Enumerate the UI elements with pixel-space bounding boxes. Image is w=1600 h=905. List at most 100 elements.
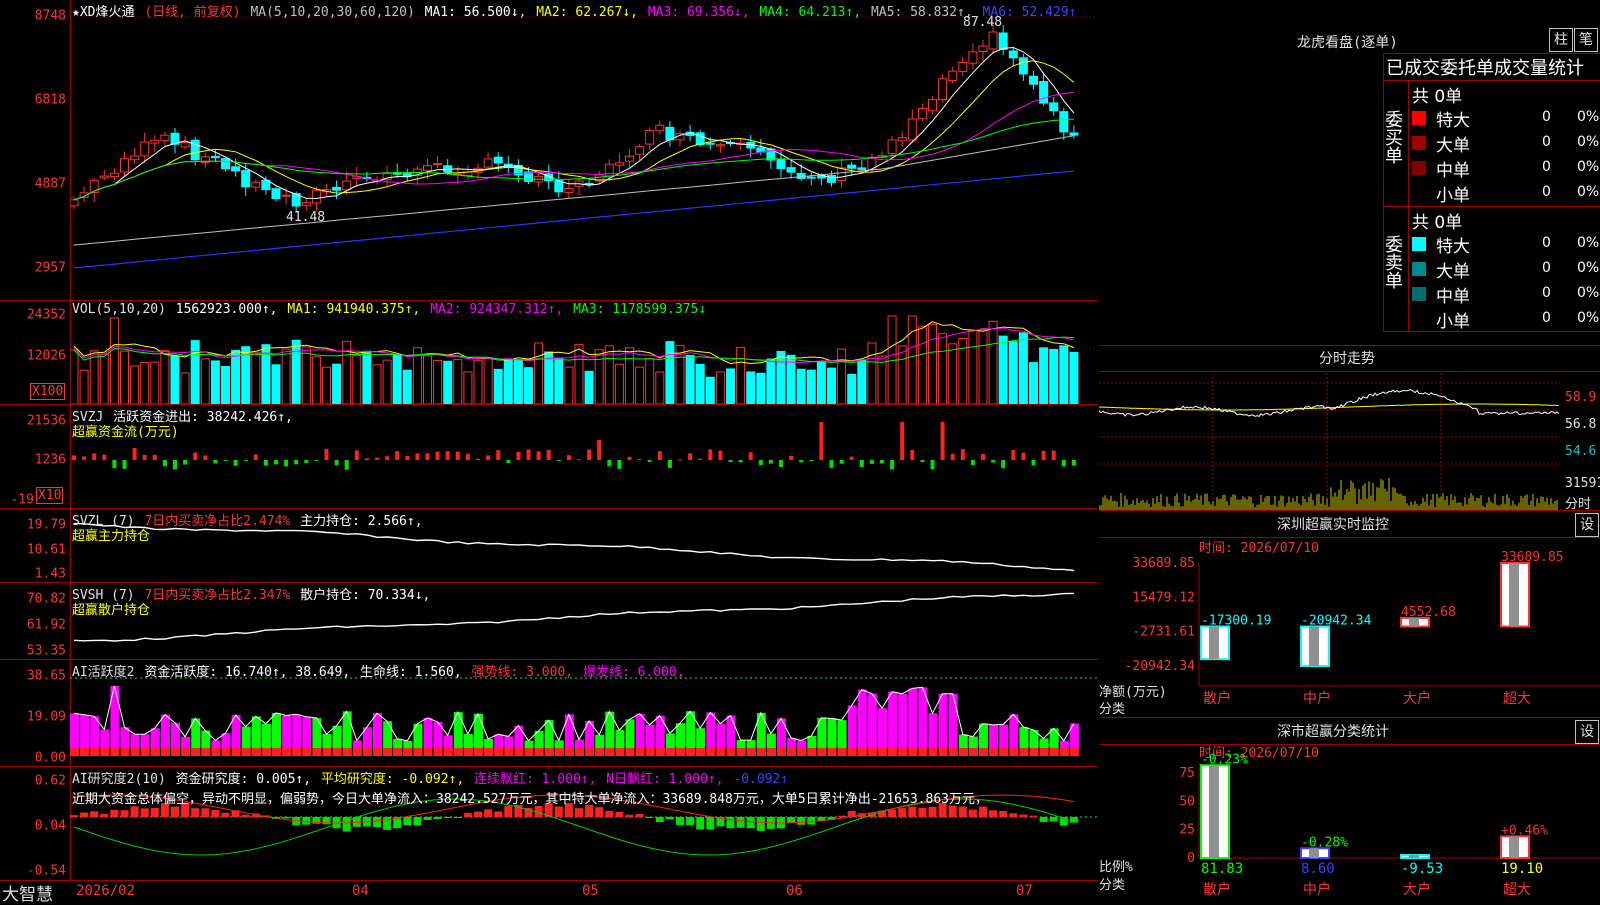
legend-swatch <box>1412 136 1426 150</box>
sz-class-ylabel: 0 <box>1187 851 1195 866</box>
sell-label: 委卖单 <box>1382 235 1403 289</box>
bar-view-button[interactable]: 柱 <box>1549 28 1573 52</box>
kline-chart[interactable] <box>70 0 1098 300</box>
sell-row-name: 大单 <box>1436 262 1470 282</box>
sz-monitor-xtitle: 分类 <box>1099 702 1126 717</box>
ai1-bar <box>898 693 908 756</box>
svzj-bar <box>546 449 551 460</box>
ai1-base-bar <box>665 748 675 756</box>
candle <box>978 45 988 53</box>
svzl-chart[interactable] <box>70 509 1098 582</box>
vol-bar <box>483 357 493 404</box>
intraday-chart[interactable] <box>1099 373 1560 510</box>
vol-bar <box>705 376 715 404</box>
ai2-bar <box>575 808 583 817</box>
vol-bar <box>453 359 463 404</box>
ai2-bar <box>241 814 250 817</box>
intraday-panel[interactable]: 分时走势 58.9 56.8 54.6 31591 分时 <box>1099 346 1600 512</box>
sell-total: 共 0单 <box>1412 213 1463 233</box>
tick-view-button[interactable]: 笔 <box>1574 28 1598 52</box>
svzj-bar <box>102 454 107 460</box>
sell-row-percent: 0% <box>1577 260 1600 276</box>
svzj-bar <box>637 458 642 460</box>
vol-bar <box>382 359 392 404</box>
ai2-label: AI研究度2(10) <box>72 772 166 787</box>
ai2-bar <box>463 812 472 817</box>
vol-bar <box>231 349 241 404</box>
svzj-bar <box>910 450 915 460</box>
vol-panel[interactable]: VOL(5,10,20) 1562923.000↑, MA1: 941940.3… <box>70 301 1098 405</box>
svzj-bar <box>405 455 410 460</box>
svzl-panel[interactable]: SVZL (7) 7日内买卖净占比2.474% 主力持仓: 2.566↑, 超赢… <box>70 509 1098 583</box>
ai1-base-bar <box>150 748 160 756</box>
svzj-bar <box>92 453 97 460</box>
svzj-chart[interactable] <box>70 405 1098 508</box>
svsh-panel[interactable]: SVSH (7) 7日内买卖净占比2.347% 散户持仓: 70.334↓, 超… <box>70 583 1098 660</box>
vol-bar <box>948 343 958 404</box>
ai1-base-bar <box>332 748 342 756</box>
svzj-bar <box>960 449 965 460</box>
ai1-base-bar <box>706 748 716 756</box>
ai1-base-bar <box>383 748 393 756</box>
ai2-bar <box>948 805 957 817</box>
ai2-bar <box>908 806 917 817</box>
svzl-ylabel: 19.79 <box>26 517 66 533</box>
sz-monitor-value-label: -17300.19 <box>1201 614 1271 629</box>
candle <box>1059 111 1069 133</box>
ai1-base-bar <box>403 748 413 756</box>
svzj-bar <box>324 448 329 460</box>
ai2-bar <box>686 817 695 826</box>
ai2-bar <box>1049 817 1058 822</box>
svzj-bar <box>385 456 390 460</box>
candle <box>423 165 432 172</box>
ai2-panel[interactable]: AI研究度2(10) 资金研究度: 0.005↑, 平均研究度: -0.092↑… <box>70 767 1098 880</box>
svsh-chart[interactable] <box>70 583 1098 659</box>
svzj-bar <box>536 451 541 460</box>
svzj-bar <box>263 460 268 466</box>
svsh-yaxis: 70.82 61.92 53.35 <box>0 583 71 660</box>
candle <box>493 156 503 164</box>
svsh-line <box>73 592 1074 642</box>
ai2-last: -0.092↑ <box>733 772 789 787</box>
svzl-yaxis: 19.79 10.61 1.43 <box>0 509 71 583</box>
candle <box>281 194 291 197</box>
ai2-bar <box>807 817 816 825</box>
vol-bar <box>715 371 725 404</box>
vol-chart[interactable] <box>70 301 1098 404</box>
main-ylabel: 8748 <box>34 8 66 24</box>
svzj-ylabel: 21536 <box>26 413 66 429</box>
sz-class-bar-shade <box>1409 855 1419 858</box>
ai2-bar <box>736 817 745 828</box>
candle <box>311 189 321 204</box>
candle <box>1039 81 1049 104</box>
vol-bar <box>534 342 544 404</box>
ai2-bar <box>554 806 563 817</box>
svzj-panel[interactable]: SVZJ 活跃资金进出: 38242.426↑, 超赢资金流(万元) <box>70 405 1098 509</box>
vol-bar <box>594 349 604 404</box>
ai1-base-bar <box>110 748 120 756</box>
sell-row-name: 中单 <box>1436 287 1470 307</box>
ai1-base-bar <box>807 748 817 756</box>
buy-row-name: 特大 <box>1436 111 1470 131</box>
vol-bar <box>443 360 453 404</box>
candle <box>847 164 857 169</box>
kline-panel[interactable]: ★XD烽火通 (日线, 前复权) MA(5,10,20,30,60,120) M… <box>70 0 1098 301</box>
svzj-bar <box>970 460 975 466</box>
ai1-base-bar <box>564 748 574 756</box>
ai1-panel[interactable]: AI活跃度2 资金活跃度: 16.740↑, 38.649, 生命线: 1.56… <box>70 660 1098 767</box>
svzj-bar <box>597 440 602 460</box>
vol-bar <box>655 371 665 404</box>
candle <box>715 144 725 147</box>
vol-bar <box>897 345 907 404</box>
vol-yaxis: 24352 12026 X100 <box>0 301 71 405</box>
candle <box>857 167 867 170</box>
ai2-bar <box>534 805 543 817</box>
vol-bar <box>109 317 119 404</box>
ai2-bar <box>665 817 674 820</box>
intraday-ylabel: 分时 <box>1565 497 1592 512</box>
svsh-ylabel: 70.82 <box>26 591 66 607</box>
buy-row: 中单 0 0% <box>1412 156 1600 181</box>
vol-bar <box>291 339 301 404</box>
svzj-bar <box>162 460 167 467</box>
candle <box>99 175 109 179</box>
